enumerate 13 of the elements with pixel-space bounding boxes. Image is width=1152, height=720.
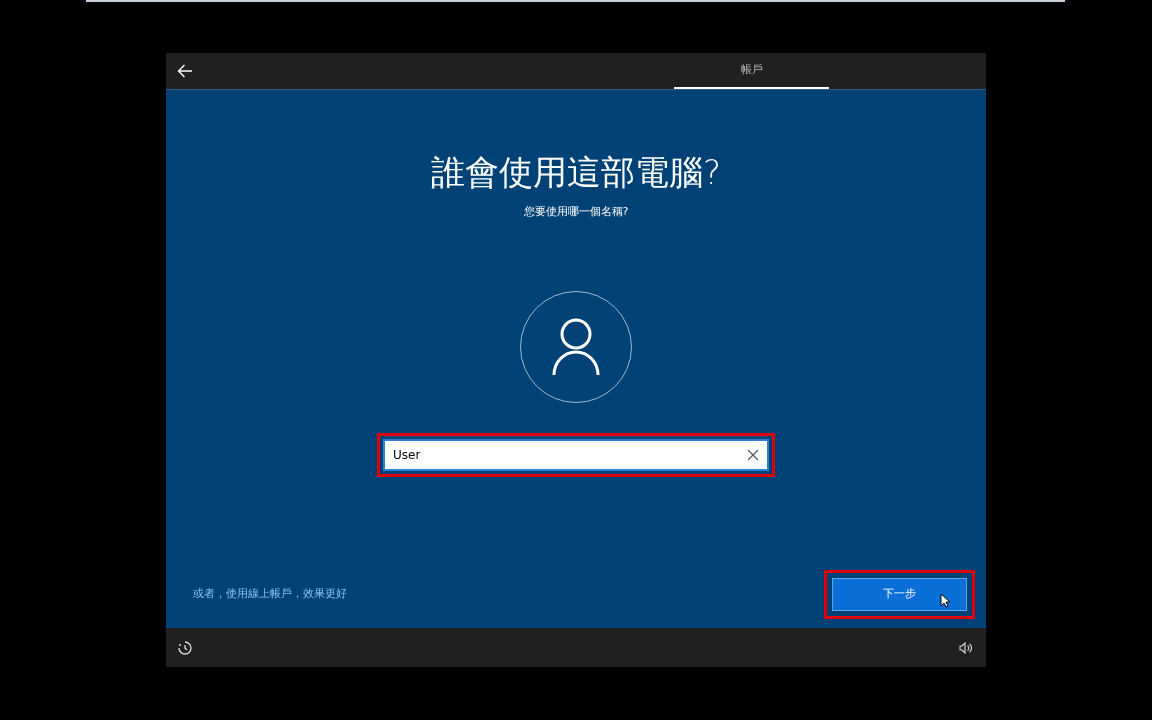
next-button[interactable]: 下一步: [832, 578, 967, 611]
accessibility-button[interactable]: [178, 640, 192, 655]
online-account-link[interactable]: 或者，使用線上帳戶，效果更好: [193, 586, 347, 603]
clock-icon: [178, 640, 192, 655]
name-input-field[interactable]: User: [383, 438, 769, 471]
back-arrow-icon: [177, 64, 193, 78]
mouse-pointer-icon: [940, 593, 950, 608]
close-icon: [747, 448, 759, 461]
speaker-icon: [959, 641, 972, 654]
clear-button[interactable]: [747, 448, 759, 461]
subtitle: 您要使用哪一個名稱?: [523, 204, 629, 220]
page-title: 誰會使用這部電腦?: [430, 152, 721, 192]
volume-button[interactable]: [959, 641, 972, 654]
